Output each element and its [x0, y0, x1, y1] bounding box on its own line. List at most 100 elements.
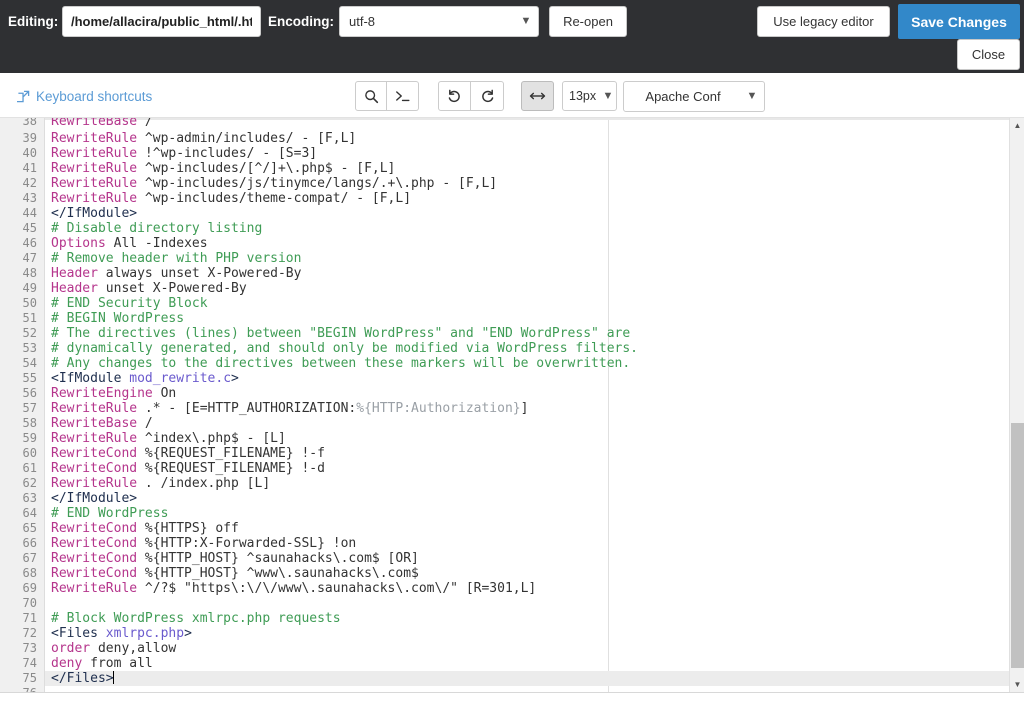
line-number: 55 [22, 371, 37, 385]
code-text: RewriteEngine On [51, 386, 177, 401]
line-number: 74 [22, 656, 37, 670]
syntax-mode-select[interactable]: Apache Conf ▼ [623, 81, 765, 112]
line-number: 62 [22, 476, 37, 490]
code-line[interactable]: 49 Header unset X-Powered-By [0, 281, 1010, 296]
code-line[interactable]: 41 RewriteRule ^wp-includes/[^/]+\.php$ -… [0, 161, 1010, 176]
line-number: 44 [22, 206, 37, 220]
code-line[interactable]: 55 <IfModule mod_rewrite.c> [0, 371, 1010, 386]
editing-label: Editing: [8, 14, 59, 29]
code-line[interactable]: 62 RewriteRule . /index.php [L] [0, 476, 1010, 491]
code-line[interactable]: 58 RewriteBase / [0, 416, 1010, 431]
code-line[interactable]: 40 RewriteRule !^wp-includes/ - [S=3] [0, 146, 1010, 161]
code-line[interactable]: 57 RewriteRule .* - [E=HTTP_AUTHORIZATION… [0, 401, 1010, 416]
scroll-down-arrow-icon[interactable]: ▼ [1010, 677, 1024, 692]
code-text: # BEGIN WordPress [51, 311, 185, 326]
code-line[interactable]: 53 # dynamically generated, and should on… [0, 341, 1010, 356]
code-text: # END WordPress [51, 506, 169, 521]
vertical-scrollbar[interactable]: ▲ ▼ [1009, 118, 1024, 692]
keyboard-shortcuts-link[interactable]: Keyboard shortcuts [17, 89, 152, 104]
terminal-icon [395, 89, 411, 103]
code-line[interactable]: 46 Options All -Indexes [0, 236, 1010, 251]
line-number: 39 [22, 131, 37, 145]
code-line[interactable]: 68 RewriteCond %{HTTP_HOST} ^www\.saunaha… [0, 566, 1010, 581]
scroll-up-arrow-icon[interactable]: ▲ [1010, 118, 1024, 133]
line-number: 48 [22, 266, 37, 280]
code-line[interactable]: 54 # Any changes to the directives betwee… [0, 356, 1010, 371]
code-line[interactable]: 63 </IfModule> [0, 491, 1010, 506]
code-text: # Any changes to the directives between … [51, 356, 631, 371]
code-line[interactable]: 56 RewriteEngine On [0, 386, 1010, 401]
code-line[interactable]: 64 # END WordPress [0, 506, 1010, 521]
code-text: RewriteRule ^index\.php$ - [L] [51, 431, 286, 446]
use-legacy-editor-button[interactable]: Use legacy editor [757, 6, 890, 37]
code-line[interactable]: 67 RewriteCond %{HTTP_HOST} ^saunahacks\.… [0, 551, 1010, 566]
redo-button[interactable] [471, 81, 504, 111]
console-button[interactable] [387, 81, 419, 111]
code-line[interactable]: 75 </Files> [0, 671, 1010, 686]
code-line[interactable]: 61 RewriteCond %{REQUEST_FILENAME} !-d [0, 461, 1010, 476]
code-line[interactable]: 52 # The directives (lines) between "BEGI… [0, 326, 1010, 341]
word-wrap-button[interactable] [521, 81, 554, 111]
search-icon [364, 89, 379, 104]
code-editor[interactable]: 38 RewriteBase / 39 RewriteRule ^wp-admin/i… [0, 118, 1024, 692]
line-number: 61 [22, 461, 37, 475]
font-size-select[interactable]: 13px ▼ [562, 81, 617, 111]
code-line[interactable]: 60 RewriteCond %{REQUEST_FILENAME} !-f [0, 446, 1010, 461]
code-text: </IfModule> [51, 206, 138, 221]
code-line[interactable]: 59 RewriteRule ^index\.php$ - [L] [0, 431, 1010, 446]
editor-toolbar [0, 73, 1024, 118]
code-line[interactable]: 51 # BEGIN WordPress [0, 311, 1010, 326]
code-text: RewriteCond %{REQUEST_FILENAME} !-d [51, 461, 325, 476]
code-text: RewriteCond %{HTTP_HOST} ^saunahacks\.co… [51, 551, 419, 566]
code-line[interactable]: 73 order deny,allow [0, 641, 1010, 656]
code-line[interactable]: 65 RewriteCond %{HTTPS} off [0, 521, 1010, 536]
undo-icon [447, 89, 462, 104]
text-cursor [112, 671, 114, 684]
code-text: RewriteRule ^wp-includes/js/tinymce/lang… [51, 176, 498, 191]
code-line[interactable]: 47 # Remove header with PHP version [0, 251, 1010, 266]
code-line[interactable]: 38 RewriteBase / [0, 118, 1010, 131]
close-button[interactable]: Close [957, 39, 1020, 70]
code-line[interactable]: 69 RewriteRule ^/?$ "https\:\/\/www\.saun… [0, 581, 1010, 596]
chevron-down-icon: ▼ [602, 89, 614, 102]
line-number: 56 [22, 386, 37, 400]
code-text: # END Security Block [51, 296, 208, 311]
code-text: </IfModule> [51, 491, 138, 506]
reopen-button[interactable]: Re-open [549, 6, 627, 37]
code-line[interactable]: 45 # Disable directory listing [0, 221, 1010, 236]
line-number: 41 [22, 161, 37, 175]
line-number: 51 [22, 311, 37, 325]
line-number: 69 [22, 581, 37, 595]
line-number: 52 [22, 326, 37, 340]
code-line[interactable]: 66 RewriteCond %{HTTP:X-Forwarded-SSL} !o… [0, 536, 1010, 551]
code-line[interactable]: 70 [0, 596, 1010, 611]
code-text: Header unset X-Powered-By [51, 281, 247, 296]
code-line[interactable]: 48 Header always unset X-Powered-By [0, 266, 1010, 281]
line-number: 38 [22, 118, 37, 128]
code-line[interactable]: 74 deny from all [0, 656, 1010, 671]
code-text: RewriteRule ^wp-includes/theme-compat/ -… [51, 191, 412, 206]
line-number: 58 [22, 416, 37, 430]
code-text: <Files xmlrpc.php> [51, 626, 192, 641]
search-button[interactable] [355, 81, 387, 111]
file-path-input[interactable] [62, 6, 261, 37]
undo-button[interactable] [438, 81, 471, 111]
code-line[interactable]: 42 RewriteRule ^wp-includes/js/tinymce/la… [0, 176, 1010, 191]
code-line[interactable]: 72 <Files xmlrpc.php> [0, 626, 1010, 641]
encoding-select[interactable]: utf-8 ▼ [339, 6, 539, 37]
code-line[interactable]: 50 # END Security Block [0, 296, 1010, 311]
code-content[interactable]: 38 RewriteBase / 39 RewriteRule ^wp-admin/i… [0, 118, 1010, 692]
line-number: 43 [22, 191, 37, 205]
save-changes-button[interactable]: Save Changes [898, 4, 1020, 39]
scrollbar-thumb[interactable] [1011, 423, 1024, 668]
external-link-icon [17, 90, 30, 103]
code-text: RewriteRule !^wp-includes/ - [S=3] [51, 146, 318, 161]
code-line[interactable]: 43 RewriteRule ^wp-includes/theme-compat/… [0, 191, 1010, 206]
line-number: 46 [22, 236, 37, 250]
code-line[interactable]: 71 # Block WordPress xmlrpc.php requests [0, 611, 1010, 626]
line-number: 75 [22, 671, 37, 685]
code-line[interactable]: 44 </IfModule> [0, 206, 1010, 221]
line-number: 76 [0, 686, 37, 692]
code-line[interactable]: 39 RewriteRule ^wp-admin/includes/ - [F,L… [0, 131, 1010, 146]
code-text: order deny,allow [51, 641, 177, 656]
